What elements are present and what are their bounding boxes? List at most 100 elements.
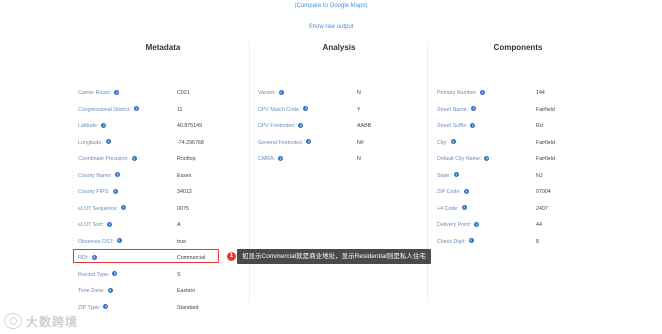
components-column: Components Primary Number:? 144 Street Nam… <box>437 42 599 245</box>
field-label-text: DPV Match Code: <box>258 106 301 113</box>
metadata-column: Metadata Carrier Route:? C021 Congressiona… <box>78 42 248 311</box>
field-value: Fairfield <box>536 106 555 113</box>
help-icon[interactable]: ? <box>306 139 312 145</box>
field-label-text: +4 Code: <box>437 205 459 212</box>
field-value: C021 <box>177 90 190 96</box>
field-label: Coordinate Precision:? <box>78 154 137 164</box>
field-value: 144 <box>536 90 545 96</box>
help-icon[interactable]: ? <box>461 205 467 211</box>
field-label-text: Delivery Point: <box>437 222 472 228</box>
help-icon[interactable]: ? <box>303 106 309 112</box>
field-label-text: Latitude: <box>78 123 99 129</box>
field-label: +4 Code:? <box>437 204 467 214</box>
help-icon[interactable]: ? <box>484 155 490 161</box>
field-label-text: City: <box>437 139 448 146</box>
annotation-tooltip: 如显示Commercial就是商业地址，显示Residential则是私人住宅 <box>237 249 431 264</box>
field-value: Eastern <box>177 288 196 294</box>
field-label-text: Record Type: <box>78 271 110 278</box>
help-icon[interactable]: ? <box>450 139 456 145</box>
top-links: (Compare to Google Maps) Show raw output <box>0 2 662 32</box>
field-label-text: Carrier Route: <box>78 90 112 96</box>
field-label-text: Time Zone: <box>78 288 105 294</box>
help-icon[interactable]: ? <box>112 188 118 194</box>
field-value: S <box>177 271 181 278</box>
field-label-text: eLOT Sort: <box>78 222 104 228</box>
help-icon[interactable]: ? <box>278 155 284 161</box>
field-label: City:? <box>437 138 456 148</box>
field-label: Check Digit:? <box>437 237 474 247</box>
field-value: Essex <box>177 172 192 179</box>
field-value: 11 <box>177 106 183 113</box>
metadata-title: Metadata <box>145 43 181 52</box>
field-label: ZIP Type:? <box>78 303 109 313</box>
field-label-text: Vacant: <box>258 90 276 96</box>
help-icon[interactable]: ? <box>112 271 118 277</box>
field-label-text: General Footnotes: <box>258 139 304 146</box>
annotation-badge: 1 <box>227 252 236 261</box>
field-label-text: Default City Name: <box>437 156 482 162</box>
field-label: Longitude:? <box>78 138 111 148</box>
field-label: County FIPS:? <box>78 187 118 197</box>
help-icon[interactable]: ? <box>278 89 284 95</box>
field-value: Fairfield <box>536 139 555 146</box>
field-value: Rd <box>536 123 543 129</box>
field-label: Delivery Point:? <box>437 220 480 230</box>
analysis-column: Analysis Vacant:? N DPV Match Code:? Y DPV F… <box>258 42 420 162</box>
rdi-highlight-box <box>73 249 219 263</box>
field-value: 40.875149 <box>177 123 203 129</box>
help-icon[interactable]: ? <box>114 89 120 95</box>
field-label: County Name:? <box>78 171 120 181</box>
help-icon[interactable]: ? <box>298 122 304 128</box>
show-raw-output-link[interactable]: Show raw output <box>0 23 662 32</box>
help-icon[interactable]: ? <box>134 106 139 112</box>
field-label: Carrier Route:? <box>78 88 120 98</box>
watermark-text: 大数跨境 <box>26 314 79 329</box>
field-label: Street Name:? <box>437 105 477 115</box>
help-icon[interactable]: ? <box>101 122 107 128</box>
field-label-text: County FIPS: <box>78 189 110 195</box>
help-icon[interactable]: ? <box>114 172 120 178</box>
help-icon[interactable]: ? <box>106 221 112 227</box>
help-icon[interactable]: ? <box>463 188 469 194</box>
field-label: Default City Name:? <box>437 154 490 164</box>
help-icon[interactable]: ? <box>471 106 477 112</box>
field-value: 44 <box>536 222 542 228</box>
compare-google-maps-link[interactable]: (Compare to Google Maps) <box>0 2 662 11</box>
field-value: N <box>357 90 361 96</box>
field-value: true <box>177 238 187 245</box>
help-icon[interactable]: ? <box>468 238 474 244</box>
components-title: Components <box>493 43 543 52</box>
field-label: DPV Match Code:? <box>258 105 309 115</box>
field-label-text: County Name: <box>78 172 112 179</box>
field-label-text: ZIP Type: <box>78 304 101 311</box>
field-label: Congressional District:? <box>78 105 139 115</box>
field-label: Latitude:? <box>78 121 107 131</box>
field-label: DPV Footnotes:? <box>258 121 304 131</box>
help-icon[interactable]: ? <box>474 221 480 227</box>
field-label: CMRA:? <box>258 154 284 164</box>
field-value: Fairfield <box>536 156 555 162</box>
field-value: NJ <box>536 172 543 179</box>
help-icon[interactable]: ? <box>105 139 111 145</box>
help-icon[interactable]: ? <box>480 89 486 95</box>
field-value: 8 <box>536 238 539 245</box>
field-label-text: eLOT Sequence: <box>78 205 118 212</box>
help-icon[interactable]: ? <box>103 304 109 310</box>
brand-logo-icon <box>4 313 22 329</box>
help-icon[interactable]: ? <box>120 205 126 211</box>
help-icon[interactable]: ? <box>470 122 476 128</box>
field-value: Y <box>357 106 361 113</box>
help-icon[interactable]: ? <box>107 287 113 293</box>
field-value: 0075 <box>177 205 189 212</box>
field-value: 2407 <box>536 205 548 212</box>
field-value: N# <box>357 139 364 146</box>
help-icon[interactable]: ? <box>453 172 459 178</box>
field-value: 34013 <box>177 189 192 195</box>
field-label-text: ZIP Code: <box>437 189 461 195</box>
help-icon[interactable]: ? <box>116 238 122 244</box>
field-label: Observes DST:? <box>78 237 122 247</box>
field-value: Standard <box>177 304 199 311</box>
help-icon[interactable]: ? <box>131 155 137 161</box>
field-value: AABB <box>357 123 372 129</box>
field-label: Time Zone:? <box>78 286 113 296</box>
